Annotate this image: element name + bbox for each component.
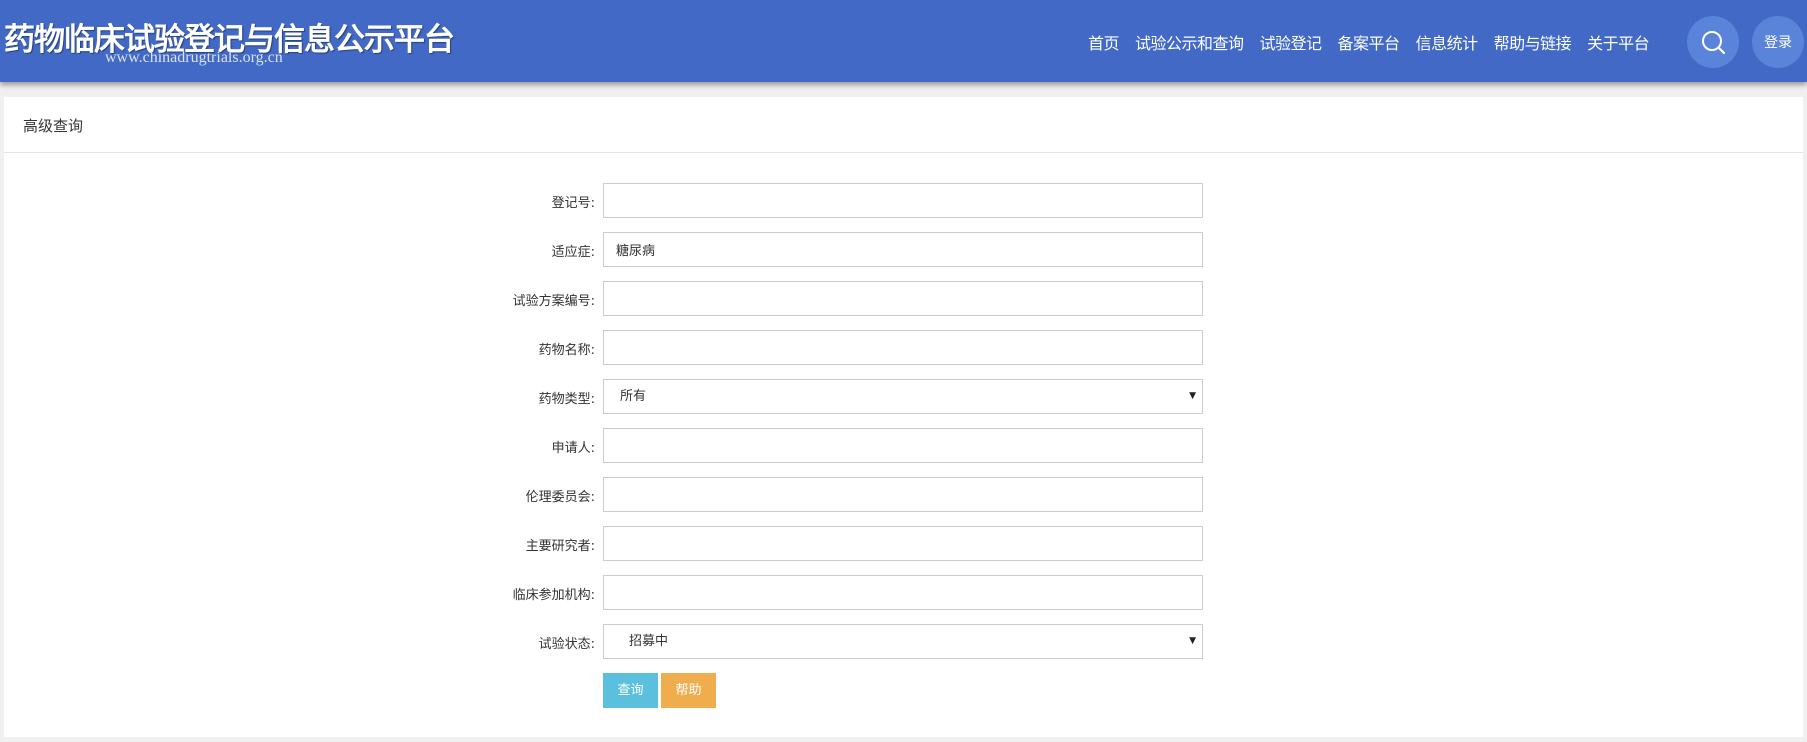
- chevron-down-icon: ▼: [1189, 636, 1196, 646]
- nav-home[interactable]: 首页: [1080, 30, 1127, 54]
- query-button[interactable]: 查询: [603, 673, 658, 708]
- form-row-indication: 适应症:: [4, 232, 1803, 268]
- status-label: 试验状态:: [538, 637, 595, 652]
- investigator-input[interactable]: [603, 526, 1203, 561]
- panel-title: 高级查询: [4, 97, 1803, 153]
- protocol-no-input[interactable]: [603, 281, 1203, 316]
- drug-name-input[interactable]: [603, 330, 1203, 365]
- form-row-drug-name: 药物名称:: [4, 330, 1803, 366]
- applicant-input[interactable]: [603, 428, 1203, 463]
- form-row-protocol-no: 试验方案编号:: [4, 281, 1803, 317]
- advanced-search-panel: 高级查询 登记号: 适应症: 试验方案编号: 药物名称: 药物类型: 所有 ▼ …: [4, 97, 1803, 737]
- form-actions: 查询 帮助: [4, 673, 1803, 709]
- drug-name-label: 药物名称:: [538, 343, 595, 358]
- form-row-applicant: 申请人:: [4, 428, 1803, 464]
- nav-filing-platform[interactable]: 备案平台: [1330, 30, 1408, 54]
- reg-no-input[interactable]: [603, 183, 1203, 218]
- nav-about[interactable]: 关于平台: [1579, 30, 1657, 54]
- drug-type-label: 药物类型:: [538, 392, 595, 407]
- form-row-drug-type: 药物类型: 所有 ▼: [4, 379, 1803, 415]
- status-select[interactable]: 招募中 ▼: [603, 624, 1203, 659]
- indication-label: 适应症:: [551, 245, 595, 260]
- nav-help-links[interactable]: 帮助与链接: [1486, 30, 1580, 54]
- help-button[interactable]: 帮助: [661, 673, 716, 708]
- institution-input[interactable]: [603, 575, 1203, 610]
- indication-input[interactable]: [603, 232, 1203, 267]
- main-nav: 首页 试验公示和查询 试验登记 备案平台 信息统计 帮助与链接 关于平台: [1080, 30, 1657, 54]
- institution-label: 临床参加机构:: [512, 588, 595, 603]
- nav-trial-register[interactable]: 试验登记: [1252, 30, 1330, 54]
- top-header: 药物临床试验登记与信息公示平台 www.chinadrugtrials.org.…: [0, 0, 1807, 82]
- site-url: www.chinadrugtrials.org.cn: [105, 49, 283, 66]
- drug-type-value: 所有: [620, 389, 647, 404]
- form-row-investigator: 主要研究者:: [4, 526, 1803, 562]
- search-button[interactable]: [1687, 16, 1739, 68]
- investigator-label: 主要研究者:: [525, 539, 595, 554]
- form-row-reg-no: 登记号:: [4, 183, 1803, 219]
- form-row-institution: 临床参加机构:: [4, 575, 1803, 611]
- status-value: 招募中: [629, 634, 669, 649]
- drug-type-select[interactable]: 所有 ▼: [603, 379, 1203, 414]
- ethics-committee-input[interactable]: [603, 477, 1203, 512]
- applicant-label: 申请人:: [551, 441, 595, 456]
- search-icon: [1702, 31, 1726, 55]
- reg-no-label: 登记号:: [551, 196, 595, 211]
- ethics-committee-label: 伦理委员会:: [525, 490, 595, 505]
- protocol-no-label: 试验方案编号:: [512, 294, 595, 309]
- nav-trial-search[interactable]: 试验公示和查询: [1127, 30, 1252, 54]
- chevron-down-icon: ▼: [1189, 391, 1196, 401]
- form-row-status: 试验状态: 招募中 ▼: [4, 624, 1803, 660]
- login-button[interactable]: 登录: [1752, 16, 1804, 68]
- nav-statistics[interactable]: 信息统计: [1408, 30, 1486, 54]
- form-row-ethics: 伦理委员会:: [4, 477, 1803, 513]
